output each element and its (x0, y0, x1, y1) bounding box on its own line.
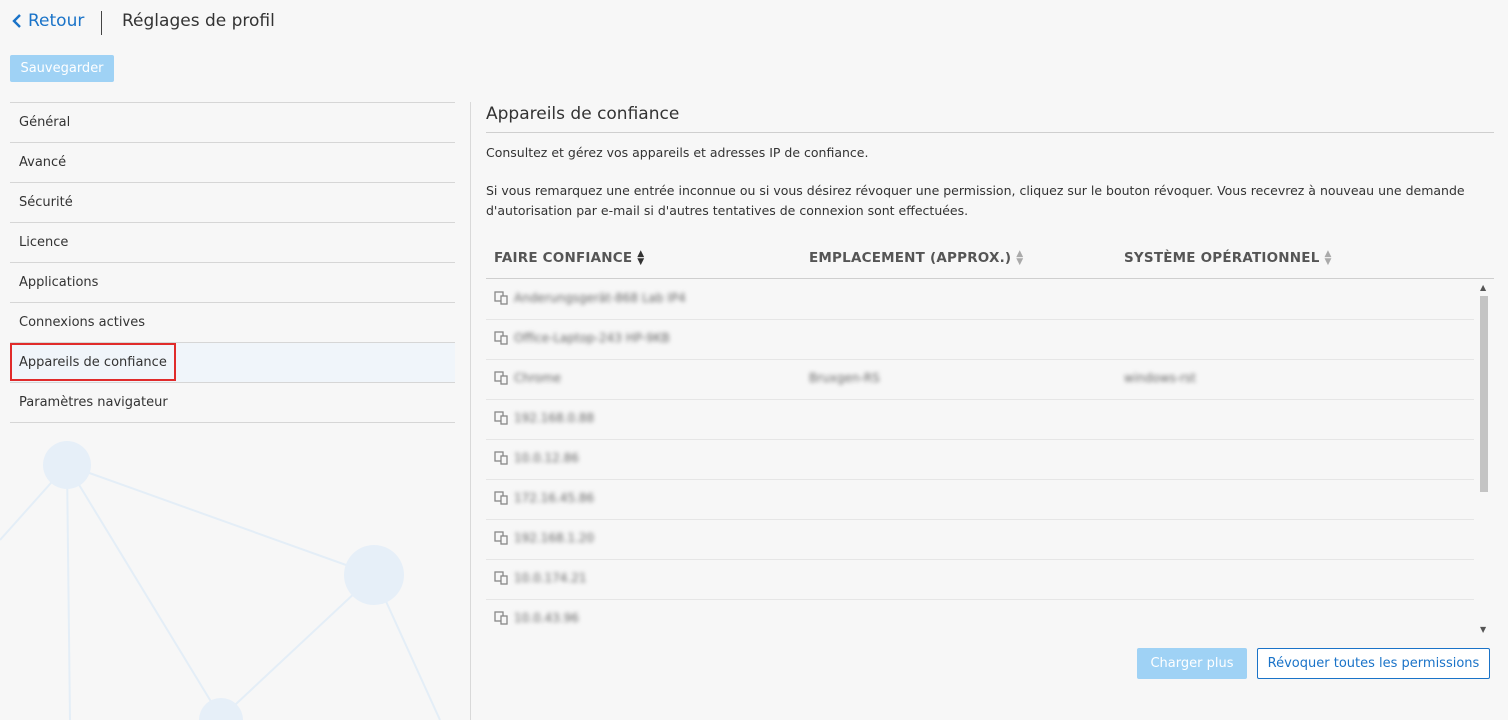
column-header-label: EMPLACEMENT (APPROX.) (809, 250, 1012, 266)
sidebar-item-applications[interactable]: Applications (10, 262, 455, 302)
sort-icon: ▲ ▼ (637, 249, 645, 267)
table-row[interactable]: 192.168.1.20 (486, 519, 1474, 560)
location-value: Bruxgen-RS (809, 371, 880, 385)
main-panel: Appareils de confiance Consultez et gére… (486, 102, 1494, 679)
devices-icon (494, 411, 508, 425)
trust-value: 10.0.43.96 (514, 611, 579, 625)
sidebar-item-label: Général (19, 115, 71, 130)
table-row[interactable]: Anderungsgerät-868 Lab IP4 (486, 279, 1474, 320)
column-header-label: FAIRE CONFIANCE (494, 250, 633, 266)
column-header-trust[interactable]: FAIRE CONFIANCE ▲ ▼ (494, 249, 645, 267)
column-header-location[interactable]: EMPLACEMENT (APPROX.) ▲ ▼ (809, 249, 1024, 267)
trust-value: 10.0.12.86 (514, 451, 579, 465)
trust-value: Office-Laptop-243 HP-9KB (514, 331, 670, 345)
top-bar: Retour Réglages de profil (0, 0, 1508, 46)
highlight-box (10, 343, 176, 381)
load-more-button[interactable]: Charger plus (1137, 648, 1247, 679)
devices-icon (494, 331, 508, 345)
table-row[interactable]: 192.168.0.88 (486, 399, 1474, 440)
description-text: Consultez et gérez vos appareils et adre… (486, 145, 869, 160)
section-title: Appareils de confiance (486, 102, 1494, 133)
sort-icon: ▲ ▼ (1016, 249, 1024, 267)
devices-icon (494, 491, 508, 505)
sidebar-item-trusted-devices[interactable]: Appareils de confiance (10, 342, 455, 382)
os-value: windows-rst (1124, 371, 1196, 385)
trust-value: 192.168.0.88 (514, 411, 595, 425)
background-network-graphic (0, 441, 441, 720)
back-button[interactable]: Retour (12, 11, 84, 31)
devices-icon (494, 611, 508, 625)
trust-value: 192.168.1.20 (514, 531, 595, 545)
devices-icon (494, 451, 508, 465)
sidebar-item-license[interactable]: Licence (10, 222, 455, 262)
back-label: Retour (28, 11, 85, 31)
table-row[interactable]: Chrome Bruxgen-RS windows-rst (486, 359, 1474, 400)
trust-value: 172.16.45.86 (514, 491, 595, 505)
sidebar-item-label: Applications (19, 275, 99, 290)
scroll-down-icon[interactable]: ▼ (1480, 625, 1486, 634)
devices-icon (494, 291, 508, 305)
vertical-divider (470, 102, 471, 720)
table-header: FAIRE CONFIANCE ▲ ▼ EMPLACEMENT (APPROX.)… (486, 250, 1494, 279)
sidebar-item-label: Paramètres navigateur (19, 395, 168, 410)
chevron-left-icon (12, 14, 21, 28)
table-row[interactable]: 10.0.43.96 (486, 599, 1474, 639)
sidebar-item-security[interactable]: Sécurité (10, 182, 455, 222)
sidebar-item-label: Avancé (19, 155, 67, 170)
sidebar-item-label: Sécurité (19, 195, 73, 210)
devices-icon (494, 531, 508, 545)
page-title: Réglages de profil (122, 11, 275, 31)
save-button[interactable]: Sauvegarder (10, 55, 114, 82)
devices-icon (494, 371, 508, 385)
scroll-up-icon[interactable]: ▲ (1480, 283, 1486, 292)
trust-value: 10.0.174.21 (514, 571, 587, 585)
scrollbar-thumb[interactable] (1480, 296, 1488, 492)
sort-icon: ▲ ▼ (1324, 249, 1332, 267)
sidebar-item-label: Connexions actives (19, 315, 145, 330)
sidebar-item-browser-settings[interactable]: Paramètres navigateur (10, 382, 455, 423)
sidebar-item-advanced[interactable]: Avancé (10, 142, 455, 182)
column-header-os[interactable]: SYSTÈME OPÉRATIONNEL ▲ ▼ (1124, 249, 1332, 267)
trust-value: Chrome (514, 371, 562, 385)
table-row[interactable]: 10.0.174.21 (486, 559, 1474, 600)
settings-sidebar: Général Avancé Sécurité Licence Applicat… (10, 102, 455, 423)
table-row[interactable]: Office-Laptop-243 HP-9KB (486, 319, 1474, 360)
trust-value: Anderungsgerät-868 Lab IP4 (514, 291, 686, 305)
sidebar-item-active-connections[interactable]: Connexions actives (10, 302, 455, 342)
table-row[interactable]: 172.16.45.86 (486, 479, 1474, 520)
devices-icon (494, 571, 508, 585)
sidebar-item-label: Licence (19, 235, 69, 250)
sidebar-item-general[interactable]: Général (10, 102, 455, 142)
device-table-body: Anderungsgerät-868 Lab IP4 Office-Laptop… (486, 279, 1494, 639)
column-header-label: SYSTÈME OPÉRATIONNEL (1124, 250, 1320, 266)
header-divider (101, 11, 102, 35)
revoke-all-button[interactable]: Révoquer toutes les permissions (1257, 648, 1490, 679)
table-row[interactable]: 10.0.12.86 (486, 439, 1474, 480)
description-text-2: Si vous remarquez une entrée inconnue ou… (486, 183, 1465, 218)
